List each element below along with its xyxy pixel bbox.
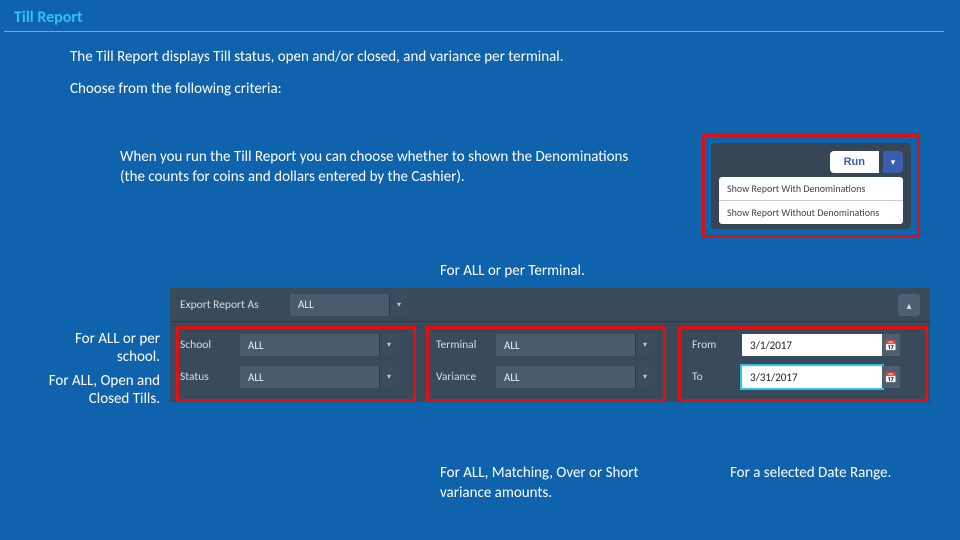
caption-daterange: For a selected Date Range. bbox=[730, 464, 891, 482]
to-label: To bbox=[692, 370, 742, 384]
calendar-icon: 📅 bbox=[885, 339, 897, 352]
denominations-note: When you run the Till Report you can cho… bbox=[120, 148, 640, 187]
run-menu: Show Report With Denominations Show Repo… bbox=[719, 177, 903, 224]
school-select[interactable]: ALL bbox=[240, 334, 380, 356]
status-select[interactable]: ALL bbox=[240, 366, 380, 388]
terminal-label: Terminal bbox=[436, 338, 496, 352]
caption-terminal: For ALL or per Terminal. bbox=[440, 262, 585, 280]
intro-line-1: The Till Report displays Till status, op… bbox=[70, 48, 960, 68]
variance-label: Variance bbox=[436, 370, 496, 384]
terminal-caret[interactable]: ▾ bbox=[636, 334, 654, 356]
page-title: Till Report bbox=[4, 0, 944, 32]
chevron-down-icon: ▾ bbox=[397, 300, 401, 310]
export-caret[interactable]: ▾ bbox=[390, 294, 408, 316]
chevron-down-icon: ▾ bbox=[643, 372, 647, 382]
run-caret-button[interactable]: ▾ bbox=[883, 151, 903, 173]
run-dropdown-highlight: Run ▾ Show Report With Denominations Sho… bbox=[702, 134, 920, 238]
run-menu-item-with[interactable]: Show Report With Denominations bbox=[719, 177, 903, 201]
caption-variance: For ALL, Matching, Over or Short varianc… bbox=[440, 464, 680, 503]
school-label: School bbox=[180, 338, 240, 352]
from-date-input[interactable]: 3/1/2017 bbox=[742, 334, 882, 356]
school-caret[interactable]: ▾ bbox=[380, 334, 398, 356]
chevron-down-icon: ▾ bbox=[643, 340, 647, 350]
intro-line-2: Choose from the following criteria: bbox=[70, 80, 960, 100]
chevron-down-icon: ▾ bbox=[891, 157, 896, 168]
run-menu-item-without[interactable]: Show Report Without Denominations bbox=[719, 201, 903, 224]
caption-school: For ALL or per school. bbox=[60, 330, 160, 366]
calendar-icon: 📅 bbox=[885, 371, 897, 384]
intro-block: The Till Report displays Till status, op… bbox=[0, 32, 960, 99]
filter-grid: School ALL ▾ Terminal ALL ▾ From 3/1/201… bbox=[170, 322, 930, 402]
chevron-down-icon: ▾ bbox=[387, 340, 391, 350]
export-select[interactable]: ALL bbox=[290, 294, 390, 316]
filter-panel: Export Report As ALL ▾ ▴ School ALL ▾ Te… bbox=[170, 288, 930, 402]
variance-caret[interactable]: ▾ bbox=[636, 366, 654, 388]
to-date-input[interactable]: 3/31/2017 bbox=[742, 366, 882, 388]
caption-tills: For ALL, Open and Closed Tills. bbox=[28, 372, 160, 408]
run-button[interactable]: Run bbox=[830, 151, 879, 173]
chevron-up-icon: ▴ bbox=[906, 299, 911, 312]
export-label: Export Report As bbox=[180, 298, 290, 312]
chevron-down-icon: ▾ bbox=[387, 372, 391, 382]
terminal-select[interactable]: ALL bbox=[496, 334, 636, 356]
collapse-button[interactable]: ▴ bbox=[898, 294, 920, 316]
export-row: Export Report As ALL ▾ ▴ bbox=[170, 288, 930, 322]
to-calendar-button[interactable]: 📅 bbox=[882, 366, 900, 388]
status-caret[interactable]: ▾ bbox=[380, 366, 398, 388]
status-label: Status bbox=[180, 370, 240, 384]
run-dropdown-panel: Run ▾ Show Report With Denominations Sho… bbox=[711, 143, 911, 229]
variance-select[interactable]: ALL bbox=[496, 366, 636, 388]
from-label: From bbox=[692, 338, 742, 352]
from-calendar-button[interactable]: 📅 bbox=[882, 334, 900, 356]
